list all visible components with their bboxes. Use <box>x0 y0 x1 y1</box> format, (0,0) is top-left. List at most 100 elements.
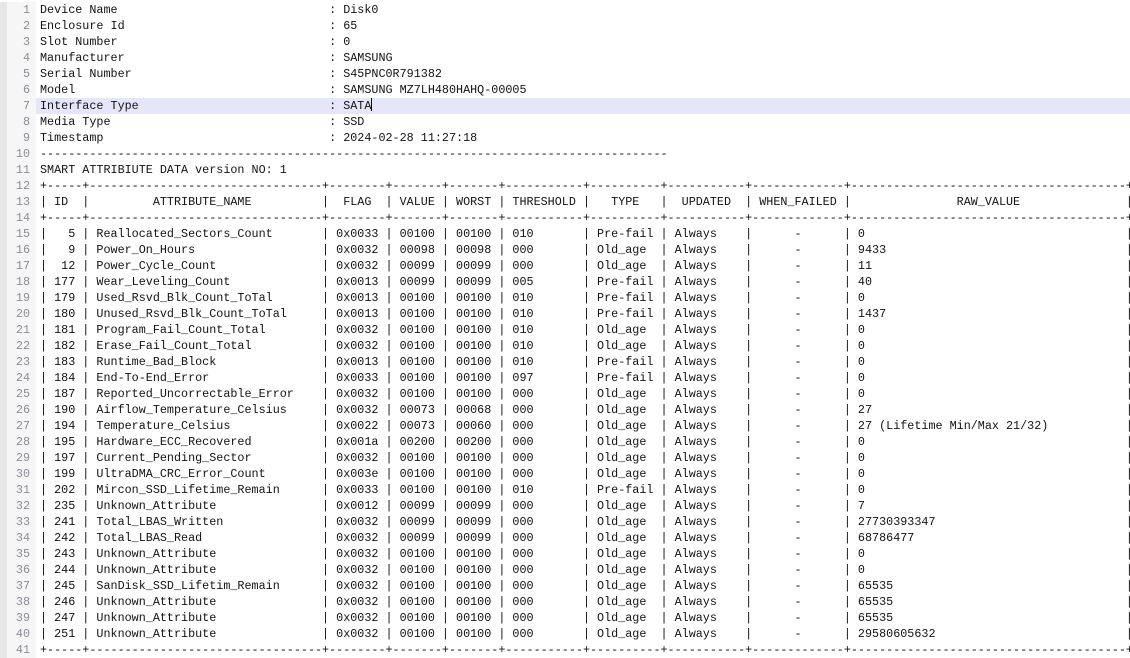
line-text[interactable]: | 243 | Unknown_Attribute | 0x0032 | 001… <box>36 546 1130 562</box>
editor-line[interactable]: 14+-----+-------------------------------… <box>0 210 1130 226</box>
editor-line[interactable]: 11SMART ATTRIBIUTE DATA version NO: 1 <box>0 162 1130 178</box>
line-text[interactable]: Interface Type : SATA <box>36 98 1130 114</box>
bookmark-margin <box>0 434 7 450</box>
editor-line[interactable]: 41+-----+-------------------------------… <box>0 642 1130 658</box>
bookmark-margin <box>0 402 7 418</box>
editor-line[interactable]: 16| 9 | Power_On_Hours | 0x0032 | 00098 … <box>0 242 1130 258</box>
line-text[interactable]: | 195 | Hardware_ECC_Recovered | 0x001a … <box>36 434 1130 450</box>
line-text[interactable]: | 181 | Program_Fail_Count_Total | 0x003… <box>36 322 1130 338</box>
editor-line[interactable]: 3Slot Number : 0 <box>0 34 1130 50</box>
editor-line[interactable]: 18| 177 | Wear_Leveling_Count | 0x0013 |… <box>0 274 1130 290</box>
editor-line[interactable]: 23| 183 | Runtime_Bad_Block | 0x0013 | 0… <box>0 354 1130 370</box>
editor-line[interactable]: 7Interface Type : SATA <box>0 98 1130 114</box>
code-editor[interactable]: 1Device Name : Disk02Enclosure Id : 653S… <box>0 0 1130 658</box>
editor-line[interactable]: 39| 247 | Unknown_Attribute | 0x0032 | 0… <box>0 610 1130 626</box>
line-text[interactable]: Model : SAMSUNG MZ7LH480HAHQ-00005 <box>36 82 1130 98</box>
editor-line[interactable]: 25| 187 | Reported_Uncorrectable_Error |… <box>0 386 1130 402</box>
editor-line[interactable]: 4Manufacturer : SAMSUNG <box>0 50 1130 66</box>
bookmark-margin <box>0 498 7 514</box>
editor-line[interactable]: 36| 244 | Unknown_Attribute | 0x0032 | 0… <box>0 562 1130 578</box>
editor-line[interactable]: 34| 242 | Total_LBAS_Read | 0x0032 | 000… <box>0 530 1130 546</box>
editor-line[interactable]: 29| 197 | Current_Pending_Sector | 0x003… <box>0 450 1130 466</box>
line-text[interactable]: | 199 | UltraDMA_CRC_Error_Count | 0x003… <box>36 466 1130 482</box>
line-text[interactable]: | 180 | Unused_Rsvd_Blk_Count_ToTal | 0x… <box>36 306 1130 322</box>
line-text[interactable]: Slot Number : 0 <box>36 34 1130 50</box>
line-text[interactable]: SMART ATTRIBIUTE DATA version NO: 1 <box>36 162 1130 178</box>
line-text[interactable]: | 190 | Airflow_Temperature_Celsius | 0x… <box>36 402 1130 418</box>
line-text[interactable]: | 244 | Unknown_Attribute | 0x0032 | 001… <box>36 562 1130 578</box>
line-text[interactable]: | 197 | Current_Pending_Sector | 0x0032 … <box>36 450 1130 466</box>
line-text[interactable]: | 247 | Unknown_Attribute | 0x0032 | 001… <box>36 610 1130 626</box>
line-text[interactable]: Device Name : Disk0 <box>36 2 1130 18</box>
editor-line[interactable]: 33| 241 | Total_LBAS_Written | 0x0032 | … <box>0 514 1130 530</box>
line-number: 39 <box>7 610 36 626</box>
editor-line[interactable]: 35| 243 | Unknown_Attribute | 0x0032 | 0… <box>0 546 1130 562</box>
bookmark-margin <box>0 146 7 162</box>
editor-line[interactable]: 20| 180 | Unused_Rsvd_Blk_Count_ToTal | … <box>0 306 1130 322</box>
bookmark-margin <box>0 34 7 50</box>
line-number: 38 <box>7 594 36 610</box>
line-text[interactable]: | 242 | Total_LBAS_Read | 0x0032 | 00099… <box>36 530 1130 546</box>
editor-line[interactable]: 38| 246 | Unknown_Attribute | 0x0032 | 0… <box>0 594 1130 610</box>
line-text[interactable]: +-----+---------------------------------… <box>36 642 1130 658</box>
editor-line[interactable]: 30| 199 | UltraDMA_CRC_Error_Count | 0x0… <box>0 466 1130 482</box>
line-text[interactable]: | 202 | Mircon_SSD_Lifetime_Remain | 0x0… <box>36 482 1130 498</box>
line-text[interactable]: | 184 | End-To-End_Error | 0x0033 | 0010… <box>36 370 1130 386</box>
line-number: 14 <box>7 210 36 226</box>
editor-line[interactable]: 24| 184 | End-To-End_Error | 0x0033 | 00… <box>0 370 1130 386</box>
line-number: 16 <box>7 242 36 258</box>
editor-line[interactable]: 8Media Type : SSD <box>0 114 1130 130</box>
editor-line[interactable]: 27| 194 | Temperature_Celsius | 0x0022 |… <box>0 418 1130 434</box>
editor-line[interactable]: 19| 179 | Used_Rsvd_Blk_Count_ToTal | 0x… <box>0 290 1130 306</box>
line-text[interactable]: ----------------------------------------… <box>36 146 1130 162</box>
editor-line[interactable]: 13| ID | ATTRIBUTE_NAME | FLAG | VALUE |… <box>0 194 1130 210</box>
line-text[interactable]: | 246 | Unknown_Attribute | 0x0032 | 001… <box>36 594 1130 610</box>
line-text[interactable]: | 9 | Power_On_Hours | 0x0032 | 00098 | … <box>36 242 1130 258</box>
editor-line[interactable]: 1Device Name : Disk0 <box>0 2 1130 18</box>
line-text[interactable]: | 241 | Total_LBAS_Written | 0x0032 | 00… <box>36 514 1130 530</box>
editor-line[interactable]: 5Serial Number : S45PNC0R791382 <box>0 66 1130 82</box>
bookmark-margin <box>0 578 7 594</box>
line-text[interactable]: | 177 | Wear_Leveling_Count | 0x0013 | 0… <box>36 274 1130 290</box>
editor-line[interactable]: 17| 12 | Power_Cycle_Count | 0x0032 | 00… <box>0 258 1130 274</box>
editor-line[interactable]: 9Timestamp : 2024-02-28 11:27:18 <box>0 130 1130 146</box>
line-text[interactable]: | 235 | Unknown_Attribute | 0x0012 | 000… <box>36 498 1130 514</box>
line-text[interactable]: | 12 | Power_Cycle_Count | 0x0032 | 0009… <box>36 258 1130 274</box>
editor-line[interactable]: 15| 5 | Reallocated_Sectors_Count | 0x00… <box>0 226 1130 242</box>
line-text[interactable]: | 251 | Unknown_Attribute | 0x0032 | 001… <box>36 626 1130 642</box>
line-text[interactable]: | ID | ATTRIBUTE_NAME | FLAG | VALUE | W… <box>36 194 1130 210</box>
editor-line[interactable]: 21| 181 | Program_Fail_Count_Total | 0x0… <box>0 322 1130 338</box>
line-text[interactable]: Timestamp : 2024-02-28 11:27:18 <box>36 130 1130 146</box>
line-number: 11 <box>7 162 36 178</box>
line-text[interactable]: | 245 | SanDisk_SSD_Lifetim_Remain | 0x0… <box>36 578 1130 594</box>
bookmark-margin <box>0 594 7 610</box>
line-text[interactable]: Enclosure Id : 65 <box>36 18 1130 34</box>
editor-line[interactable]: 22| 182 | Erase_Fail_Count_Total | 0x003… <box>0 338 1130 354</box>
editor-line[interactable]: 31| 202 | Mircon_SSD_Lifetime_Remain | 0… <box>0 482 1130 498</box>
editor-line[interactable]: 26| 190 | Airflow_Temperature_Celsius | … <box>0 402 1130 418</box>
line-text[interactable]: | 183 | Runtime_Bad_Block | 0x0013 | 001… <box>36 354 1130 370</box>
line-text[interactable]: Manufacturer : SAMSUNG <box>36 50 1130 66</box>
line-text[interactable]: Serial Number : S45PNC0R791382 <box>36 66 1130 82</box>
bookmark-margin <box>0 50 7 66</box>
line-number: 41 <box>7 642 36 658</box>
line-number: 6 <box>7 82 36 98</box>
line-text[interactable]: | 182 | Erase_Fail_Count_Total | 0x0032 … <box>36 338 1130 354</box>
editor-line[interactable]: 28| 195 | Hardware_ECC_Recovered | 0x001… <box>0 434 1130 450</box>
bookmark-margin <box>0 466 7 482</box>
line-text[interactable]: | 5 | Reallocated_Sectors_Count | 0x0033… <box>36 226 1130 242</box>
bookmark-margin <box>0 306 7 322</box>
line-text[interactable]: +-----+---------------------------------… <box>36 178 1130 194</box>
editor-line[interactable]: 37| 245 | SanDisk_SSD_Lifetim_Remain | 0… <box>0 578 1130 594</box>
line-text[interactable]: +-----+---------------------------------… <box>36 210 1130 226</box>
line-text[interactable]: | 187 | Reported_Uncorrectable_Error | 0… <box>36 386 1130 402</box>
editor-line[interactable]: 40| 251 | Unknown_Attribute | 0x0032 | 0… <box>0 626 1130 642</box>
line-text[interactable]: Media Type : SSD <box>36 114 1130 130</box>
editor-line[interactable]: 12+-----+-------------------------------… <box>0 178 1130 194</box>
editor-line[interactable]: 6Model : SAMSUNG MZ7LH480HAHQ-00005 <box>0 82 1130 98</box>
line-text[interactable]: | 194 | Temperature_Celsius | 0x0022 | 0… <box>36 418 1130 434</box>
line-text[interactable]: | 179 | Used_Rsvd_Blk_Count_ToTal | 0x00… <box>36 290 1130 306</box>
editor-line[interactable]: 10--------------------------------------… <box>0 146 1130 162</box>
editor-line[interactable]: 32| 235 | Unknown_Attribute | 0x0012 | 0… <box>0 498 1130 514</box>
editor-line[interactable]: 2Enclosure Id : 65 <box>0 18 1130 34</box>
